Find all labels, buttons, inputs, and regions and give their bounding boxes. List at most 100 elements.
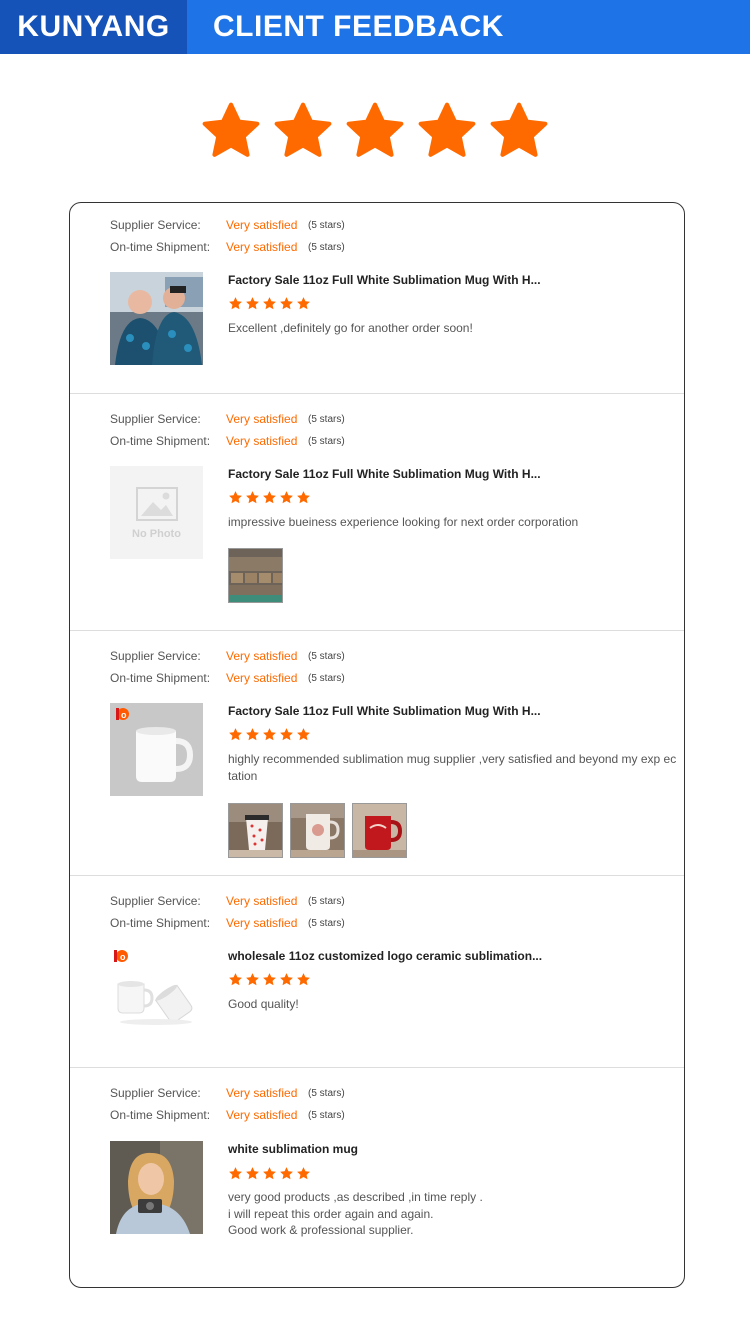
rating-label: Supplier Service: xyxy=(110,894,201,908)
star-icon xyxy=(280,728,293,741)
page-title: CLIENT FEEDBACK xyxy=(187,0,750,54)
review-comment: Good quality! xyxy=(228,997,299,1011)
star-icon xyxy=(346,102,404,157)
rating-value: Very satisfied xyxy=(226,1086,298,1100)
review-photo[interactable] xyxy=(228,548,283,603)
star-icon xyxy=(246,1167,259,1180)
star-icon xyxy=(297,973,310,986)
review-item: Supplier Service: Very satisfied (5 star… xyxy=(70,631,684,876)
rating-value: Very satisfied xyxy=(226,916,298,930)
review-comment: Excellent ,definitely go for another ord… xyxy=(228,321,473,335)
rating-label: On-time Shipment: xyxy=(110,671,211,685)
svg-text:o: o xyxy=(121,710,127,720)
star-icon xyxy=(297,297,310,310)
product-rating-stars xyxy=(228,490,311,505)
star-icon xyxy=(246,297,259,310)
product-rating-stars xyxy=(228,727,311,742)
star-icon xyxy=(297,491,310,504)
rating-value: Very satisfied xyxy=(226,412,298,426)
reviewer-photo[interactable] xyxy=(110,272,203,365)
rating-count: (5 stars) xyxy=(308,672,345,684)
review-item: Supplier Service: Very satisfied (5 star… xyxy=(70,876,684,1068)
image-placeholder-icon xyxy=(135,486,178,521)
header-banner: KUNYANG CLIENT FEEDBACK xyxy=(0,0,750,54)
review-photo[interactable] xyxy=(228,803,283,858)
star-icon xyxy=(229,973,242,986)
comment-line: Good work & professional supplier. xyxy=(228,1223,414,1237)
product-link[interactable]: Factory Sale 11oz Full White Sublimation… xyxy=(228,467,541,481)
supplier-service-rating: Supplier Service: Very satisfied (5 star… xyxy=(110,894,345,908)
product-rating-stars xyxy=(228,972,311,987)
shipment-rating: On-time Shipment: Very satisfied (5 star… xyxy=(110,434,345,448)
shipment-rating: On-time Shipment: Very satisfied (5 star… xyxy=(110,671,345,685)
rating-count: (5 stars) xyxy=(308,1109,345,1121)
rating-count: (5 stars) xyxy=(308,650,345,662)
star-icon xyxy=(280,1167,293,1180)
review-item: Supplier Service: Very satisfied (5 star… xyxy=(70,203,684,394)
review-comment: impressive bueiness experience looking f… xyxy=(228,515,579,529)
rating-count: (5 stars) xyxy=(308,1087,345,1099)
rating-value: Very satisfied xyxy=(226,240,298,254)
shipment-rating: On-time Shipment: Very satisfied (5 star… xyxy=(110,1108,345,1122)
no-photo-placeholder: No Photo xyxy=(110,466,203,559)
star-icon xyxy=(280,491,293,504)
supplier-service-rating: Supplier Service: Very satisfied (5 star… xyxy=(110,412,345,426)
rating-value: Very satisfied xyxy=(226,671,298,685)
star-icon xyxy=(263,728,276,741)
brand-name: KUNYANG xyxy=(0,0,187,54)
review-item: Supplier Service: Very satisfied (5 star… xyxy=(70,1068,684,1287)
rating-label: Supplier Service: xyxy=(110,218,201,232)
star-icon xyxy=(280,973,293,986)
rating-count: (5 stars) xyxy=(308,917,345,929)
product-link[interactable]: Factory Sale 11oz Full White Sublimation… xyxy=(228,704,541,718)
shipment-rating: On-time Shipment: Very satisfied (5 star… xyxy=(110,240,345,254)
star-icon xyxy=(263,1167,276,1180)
star-icon xyxy=(280,297,293,310)
comment-line: very good products ,as described ,in tim… xyxy=(228,1190,483,1204)
svg-text:o: o xyxy=(120,952,126,962)
shipment-rating: On-time Shipment: Very satisfied (5 star… xyxy=(110,916,345,930)
review-list: Supplier Service: Very satisfied (5 star… xyxy=(69,202,685,1288)
rating-label: Supplier Service: xyxy=(110,412,201,426)
review-photo[interactable] xyxy=(352,803,407,858)
rating-count: (5 stars) xyxy=(308,413,345,425)
product-image[interactable]: o xyxy=(110,944,203,1037)
rating-value: Very satisfied xyxy=(226,894,298,908)
supplier-service-rating: Supplier Service: Very satisfied (5 star… xyxy=(110,1086,345,1100)
product-rating-stars xyxy=(228,1166,311,1181)
star-icon xyxy=(229,491,242,504)
product-link[interactable]: white sublimation mug xyxy=(228,1142,358,1156)
star-icon xyxy=(263,973,276,986)
rating-value: Very satisfied xyxy=(226,434,298,448)
review-comment: highly recommended sublimation mug suppl… xyxy=(228,752,677,783)
rating-count: (5 stars) xyxy=(308,241,345,253)
star-icon xyxy=(246,491,259,504)
star-icon xyxy=(297,728,310,741)
star-icon xyxy=(229,1167,242,1180)
rating-value: Very satisfied xyxy=(226,649,298,663)
star-icon xyxy=(263,297,276,310)
star-icon xyxy=(263,491,276,504)
rating-label: On-time Shipment: xyxy=(110,1108,211,1122)
rating-label: On-time Shipment: xyxy=(110,434,211,448)
supplier-service-rating: Supplier Service: Very satisfied (5 star… xyxy=(110,649,345,663)
rating-count: (5 stars) xyxy=(308,435,345,447)
reviewer-photo[interactable] xyxy=(110,1141,203,1234)
no-photo-text: No Photo xyxy=(132,527,181,540)
rating-value: Very satisfied xyxy=(226,218,298,232)
review-photos xyxy=(228,548,283,603)
review-photo[interactable] xyxy=(290,803,345,858)
rating-count: (5 stars) xyxy=(308,219,345,231)
product-rating-stars xyxy=(228,296,311,311)
product-link[interactable]: Factory Sale 11oz Full White Sublimation… xyxy=(228,273,541,287)
review-comment: very good products ,as described ,in tim… xyxy=(228,1189,680,1239)
product-image[interactable]: o xyxy=(110,703,203,796)
star-icon xyxy=(229,728,242,741)
review-photos xyxy=(228,803,407,858)
supplier-service-rating: Supplier Service: Very satisfied (5 star… xyxy=(110,218,345,232)
overall-rating-stars xyxy=(0,100,750,162)
rating-label: Supplier Service: xyxy=(110,1086,201,1100)
star-icon xyxy=(490,102,548,157)
star-icon xyxy=(229,297,242,310)
product-link[interactable]: wholesale 11oz customized logo ceramic s… xyxy=(228,949,542,963)
